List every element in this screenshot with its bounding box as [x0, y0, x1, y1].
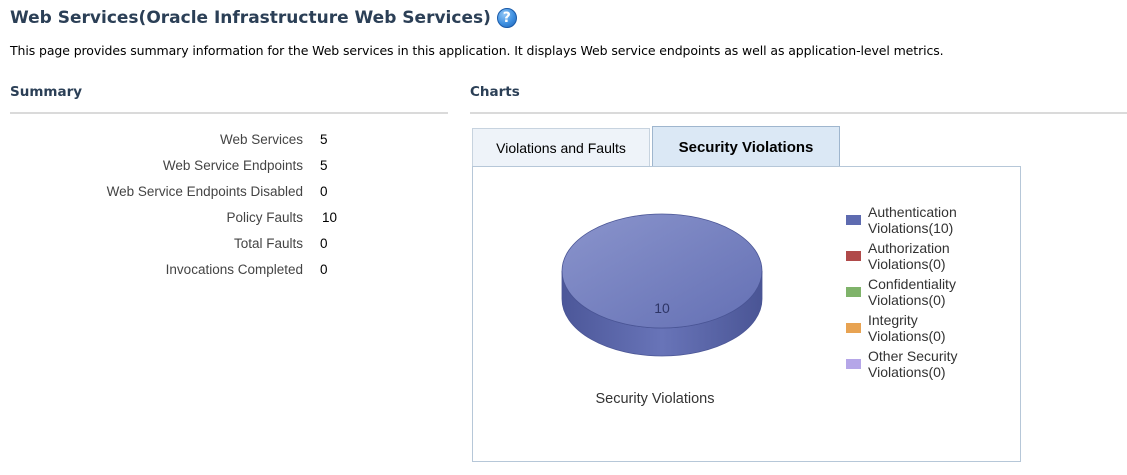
legend-swatch	[846, 287, 861, 297]
legend-line2: Violations(10)	[868, 220, 954, 236]
legend-line1: Other Security	[868, 348, 958, 364]
legend-line2: Violations(0)	[868, 364, 946, 380]
pie-slice-label: 10	[654, 300, 670, 316]
legend-line1: Authentication	[868, 204, 957, 220]
legend-swatch	[846, 251, 861, 261]
legend-line1: Integrity	[868, 312, 918, 328]
legend-swatch	[846, 359, 861, 369]
legend-line2: Violations(0)	[868, 292, 946, 308]
legend-line1: Confidentiality	[868, 276, 956, 292]
legend-line2: Violations(0)	[868, 328, 946, 344]
legend-line1: Authorization	[868, 240, 950, 256]
legend-swatch	[846, 323, 861, 333]
security-violations-pie-chart: 10 Security Violations	[561, 213, 763, 407]
chart-title: Security Violations	[595, 391, 714, 407]
legend-line2: Violations(0)	[868, 256, 946, 272]
legend-swatch	[846, 215, 861, 225]
